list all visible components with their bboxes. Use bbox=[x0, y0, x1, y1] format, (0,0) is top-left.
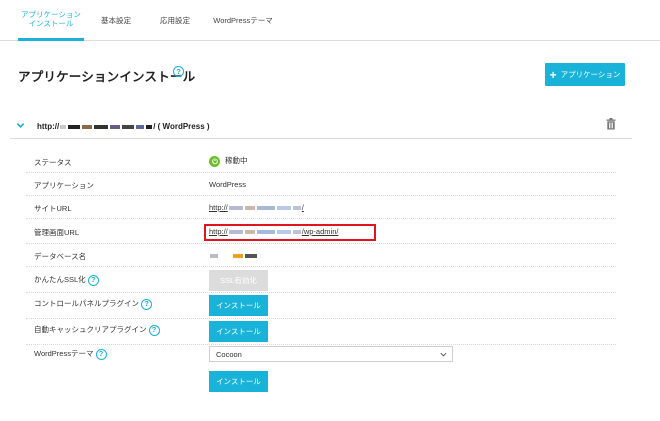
ssl-label-text: かんたんSSL化 bbox=[34, 275, 86, 284]
masked-text bbox=[233, 254, 243, 259]
help-icon[interactable]: ? bbox=[173, 66, 184, 77]
application-label: アプリケーション bbox=[34, 181, 94, 190]
tab-basic-settings[interactable]: 基本設定 bbox=[96, 0, 136, 41]
status-label: ステータス bbox=[34, 158, 72, 167]
control-panel-plugin-install-button[interactable]: インストール bbox=[209, 295, 268, 316]
masked-text bbox=[136, 124, 145, 129]
application-url-prefix: http:// bbox=[37, 122, 60, 131]
tab-label-line1: アプリケーション bbox=[21, 9, 81, 19]
wordpress-theme-selected: Cocoon bbox=[216, 349, 242, 359]
wordpress-theme-label: WordPressテーマ ? bbox=[34, 348, 107, 360]
control-panel-plugin-label: コントロールパネルプラグイン ? bbox=[34, 298, 153, 310]
site-url-suffix: / bbox=[301, 203, 304, 212]
trash-icon[interactable] bbox=[606, 118, 616, 130]
help-icon[interactable]: ? bbox=[141, 298, 153, 310]
application-url-suffix: / ( WordPress ) bbox=[153, 122, 210, 131]
page-title: アプリケーションインストール bbox=[18, 70, 196, 84]
masked-text bbox=[292, 206, 301, 211]
status-text: 稼動中 bbox=[225, 156, 248, 165]
tab-label-line2: インストール bbox=[28, 19, 74, 28]
application-value: WordPress bbox=[209, 180, 246, 189]
masked-text bbox=[122, 124, 135, 129]
masked-text bbox=[68, 124, 81, 129]
masked-text bbox=[210, 254, 218, 259]
masked-text bbox=[244, 206, 255, 211]
chevron-down-icon[interactable] bbox=[16, 121, 25, 130]
wordpress-theme-label-text: WordPressテーマ bbox=[34, 349, 94, 358]
site-url-prefix: http:// bbox=[209, 203, 228, 212]
tab-bar: アプリケーション インストール 基本設定 応用設定 WordPressテーマ bbox=[0, 0, 660, 41]
ssl-enable-button: SSL有効化 bbox=[209, 270, 268, 291]
add-application-button[interactable]: + アプリケーション bbox=[545, 63, 625, 86]
tab-advanced-settings[interactable]: 応用設定 bbox=[154, 0, 196, 41]
masked-text bbox=[228, 206, 243, 211]
database-name-value bbox=[209, 251, 258, 260]
tab-application-install[interactable]: アプリケーション インストール bbox=[18, 0, 84, 41]
masked-text bbox=[94, 124, 109, 129]
admin-url-label: 管理画面URL bbox=[34, 228, 80, 237]
add-application-label: アプリケーション bbox=[560, 70, 621, 79]
masked-text bbox=[82, 124, 93, 129]
power-icon bbox=[209, 155, 220, 167]
masked-text bbox=[245, 254, 257, 259]
database-name-label: データベース名 bbox=[34, 252, 87, 261]
control-panel-plugin-row: コントロールパネルプラグイン ? インストール bbox=[26, 293, 616, 319]
status-row: ステータス 稼動中 bbox=[26, 150, 616, 173]
cache-clear-plugin-install-button[interactable]: インストール bbox=[209, 321, 268, 342]
site-url-link[interactable]: http:// / bbox=[209, 203, 304, 212]
masked-text bbox=[146, 124, 153, 129]
wordpress-theme-select[interactable]: Cocoon bbox=[209, 346, 453, 362]
tab-wordpress-theme[interactable]: WordPressテーマ bbox=[210, 0, 276, 41]
tab-label: 基本設定 bbox=[101, 15, 131, 25]
help-icon[interactable]: ? bbox=[95, 348, 107, 360]
tab-label: 応用設定 bbox=[160, 15, 190, 25]
application-url: http:// / ( WordPress ) bbox=[37, 122, 210, 131]
application-row: アプリケーション WordPress bbox=[26, 173, 616, 196]
cache-clear-plugin-row: 自動キャッシュクリアプラグイン ? インストール bbox=[26, 319, 616, 345]
tab-label: WordPressテーマ bbox=[213, 15, 273, 25]
site-url-label: サイトURL bbox=[34, 204, 72, 213]
cache-clear-plugin-label-text: 自動キャッシュクリアプラグイン bbox=[34, 325, 147, 334]
highlight-box bbox=[204, 224, 376, 241]
masked-text bbox=[256, 206, 275, 211]
application-section-header: http:// / ( WordPress ) bbox=[10, 115, 632, 139]
database-name-row: データベース名 bbox=[26, 244, 616, 267]
ssl-label: かんたんSSL化 ? bbox=[34, 274, 99, 286]
ssl-row: かんたんSSL化 ? SSL有効化 bbox=[26, 267, 616, 293]
chevron-down-icon bbox=[440, 352, 447, 357]
help-icon[interactable]: ? bbox=[87, 274, 99, 286]
status-value: 稼動中 bbox=[209, 155, 248, 167]
site-url-row: サイトURL http:// / bbox=[26, 196, 616, 219]
masked-text bbox=[110, 124, 121, 129]
cache-clear-plugin-label: 自動キャッシュクリアプラグイン ? bbox=[34, 324, 160, 336]
masked-text bbox=[60, 124, 67, 129]
masked-text bbox=[276, 206, 291, 211]
help-icon[interactable]: ? bbox=[148, 324, 160, 336]
wordpress-theme-install-button[interactable]: インストール bbox=[209, 371, 268, 392]
control-panel-plugin-label-text: コントロールパネルプラグイン bbox=[34, 299, 139, 308]
plus-icon: + bbox=[549, 67, 557, 82]
